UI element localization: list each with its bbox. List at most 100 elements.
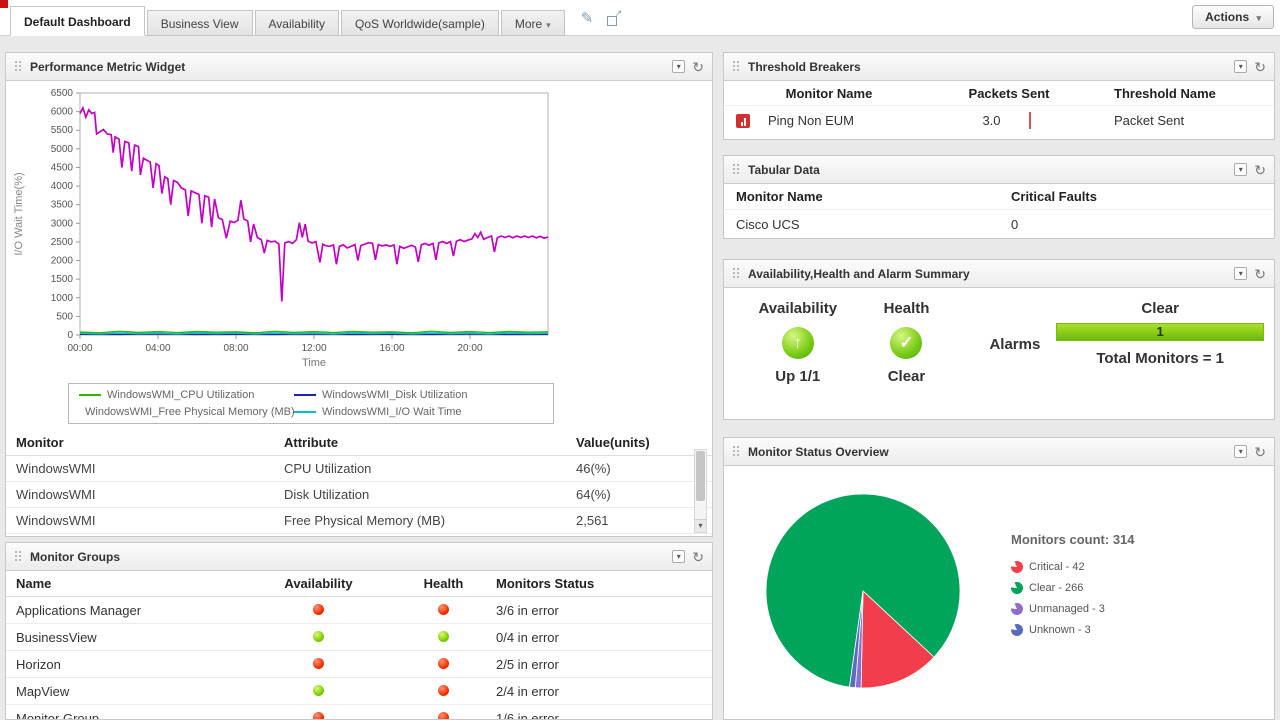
refresh-icon[interactable]: ↻ (692, 60, 704, 74)
legend-label: WindowsWMI_Free Physical Memory (MB) (85, 406, 295, 418)
tab-default-dashboard[interactable]: Default Dashboard (10, 6, 145, 36)
value-cell: 64(%) (566, 482, 712, 508)
monitor-name-link[interactable]: Ping Non EUM (754, 113, 904, 128)
table-scrollbar[interactable]: ▾ (694, 449, 707, 533)
actions-button[interactable]: Actions ▾ (1192, 5, 1274, 29)
arrow-out-icon: ↗ (615, 9, 623, 18)
collapse-icon[interactable]: ▾ (1234, 163, 1247, 176)
refresh-icon[interactable]: ↻ (1254, 163, 1266, 177)
monitor-group-link[interactable]: Horizon (6, 657, 241, 672)
legend-label: WindowsWMI_I/O Wait Time (322, 406, 462, 418)
health-clear-icon: ✓ (890, 327, 922, 359)
svg-text:12:00: 12:00 (301, 343, 326, 354)
legend-item[interactable]: Clear - 266 (1011, 577, 1135, 598)
tab-qos-worldwide[interactable]: QoS Worldwide(sample) (341, 10, 499, 36)
monitor-status-pie-chart[interactable] (763, 491, 963, 691)
alarm-count-bar[interactable]: 1 (1056, 323, 1264, 341)
svg-text:3000: 3000 (51, 218, 74, 229)
collapse-icon[interactable]: ▾ (672, 550, 685, 563)
svg-text:4000: 4000 (51, 181, 74, 192)
panel-title: Monitor Status Overview (748, 445, 889, 459)
monitor-group-link[interactable]: MapView (6, 684, 241, 699)
clear-column-header: Clear (1141, 300, 1179, 317)
collapse-icon[interactable]: ▾ (1234, 267, 1247, 280)
legend-item[interactable]: Critical - 42 (1011, 556, 1135, 577)
scrollbar-thumb[interactable] (696, 451, 705, 501)
drag-handle-icon[interactable] (732, 445, 741, 458)
attribute-cell: Free Physical Memory (MB) (274, 508, 566, 534)
monitor-cell: WindowsWMI (6, 482, 274, 508)
svg-text:5500: 5500 (51, 125, 74, 136)
legend-item[interactable]: Unknown - 3 (1011, 619, 1135, 640)
monitor-group-link[interactable]: Monitor Group (6, 711, 241, 720)
legend-item[interactable]: Unmanaged - 3 (1011, 598, 1135, 619)
monitor-name-link[interactable]: Cisco UCS (724, 217, 999, 232)
critical-alarm-icon[interactable] (736, 114, 750, 128)
health-label: Health (884, 300, 930, 317)
monitors-status: 2/4 in error (491, 684, 712, 699)
column-header: Monitor (6, 430, 274, 456)
availability-led-icon (313, 685, 324, 696)
drag-handle-icon[interactable] (732, 267, 741, 280)
panel-performance-metric-widget: Performance Metric Widget ▾ ↻ 0500100015… (5, 52, 713, 537)
panel-title: Performance Metric Widget (30, 60, 185, 74)
tab-more[interactable]: More▾ (501, 10, 565, 36)
alarms-label: Alarms (989, 336, 1040, 385)
health-led-icon (438, 604, 449, 615)
collapse-icon[interactable]: ▾ (1234, 445, 1247, 458)
column-header: Monitor Name (724, 189, 999, 204)
refresh-icon[interactable]: ↻ (1254, 445, 1266, 459)
health-led-icon (438, 712, 449, 720)
monitors-status: 1/6 in error (491, 711, 712, 720)
tab-availability[interactable]: Availability (255, 10, 339, 36)
drag-handle-icon[interactable] (732, 163, 741, 176)
table-row: WindowsWMI Disk Utilization 64(%) (6, 482, 712, 508)
monitors-status: 2/5 in error (491, 657, 712, 672)
dashboard-tabs: Default Dashboard Business View Availabi… (10, 0, 567, 35)
monitor-group-link[interactable]: BusinessView (6, 630, 241, 645)
refresh-icon[interactable]: ↻ (692, 550, 704, 564)
drag-handle-icon[interactable] (14, 550, 23, 563)
monitor-group-link[interactable]: Applications Manager (6, 603, 241, 618)
collapse-icon[interactable]: ▾ (672, 60, 685, 73)
monitors-count-label: Monitors count: 314 (1011, 532, 1135, 547)
panel-header: Availability,Health and Alarm Summary ▾ … (724, 260, 1274, 288)
drag-handle-icon[interactable] (732, 60, 741, 73)
column-header: Name (6, 576, 241, 591)
scroll-down-button[interactable]: ▾ (695, 519, 706, 532)
edit-dashboard-icon[interactable]: ✎ (581, 11, 594, 26)
panel-availability-health-alarm-summary: Availability,Health and Alarm Summary ▾ … (723, 259, 1275, 420)
legend-label: WindowsWMI_Disk Utilization (322, 389, 467, 401)
packets-sent-value: 3.0 (904, 113, 1029, 128)
table-row: MapView 2/4 in error (6, 678, 712, 705)
drag-handle-icon[interactable] (14, 60, 23, 73)
value-cell: 2,561 (566, 508, 712, 534)
threshold-bar (1029, 112, 1031, 129)
svg-text:3500: 3500 (51, 200, 74, 211)
metric-value-table: Monitor Attribute Value(units) WindowsWM… (6, 430, 712, 534)
attribute-cell: CPU Utilization (274, 456, 566, 482)
table-row: Applications Manager 3/6 in error (6, 597, 712, 624)
tab-business-view[interactable]: Business View (147, 10, 253, 36)
table-row: WindowsWMI Free Physical Memory (MB) 2,5… (6, 508, 712, 534)
collapse-icon[interactable]: ▾ (1234, 60, 1247, 73)
value-cell: 46(%) (566, 456, 712, 482)
panel-threshold-breakers: Threshold Breakers ▾ ↻ Monitor Name Pack… (723, 52, 1275, 140)
clear-pie-icon (1011, 582, 1023, 594)
actions-label: Actions (1205, 10, 1249, 24)
panel-title: Monitor Groups (30, 550, 120, 564)
refresh-icon[interactable]: ↻ (1254, 60, 1266, 74)
legend-label: WindowsWMI_CPU Utilization (107, 389, 254, 401)
svg-text:6000: 6000 (51, 107, 74, 118)
table-row: BusinessView 0/4 in error (6, 624, 712, 651)
refresh-icon[interactable]: ↻ (1254, 267, 1266, 281)
critical-pie-icon (1011, 561, 1023, 573)
monitors-status: 3/6 in error (491, 603, 712, 618)
panel-title: Availability,Health and Alarm Summary (748, 267, 970, 281)
open-new-window-icon[interactable]: ↗ (607, 13, 620, 26)
svg-text:500: 500 (56, 311, 73, 322)
chevron-down-icon: ▾ (1256, 13, 1261, 23)
svg-text:16:00: 16:00 (379, 343, 404, 354)
panel-header: Threshold Breakers ▾ ↻ (724, 53, 1274, 81)
legend-item: WindowsWMI_I/O Wait Time (294, 406, 543, 418)
